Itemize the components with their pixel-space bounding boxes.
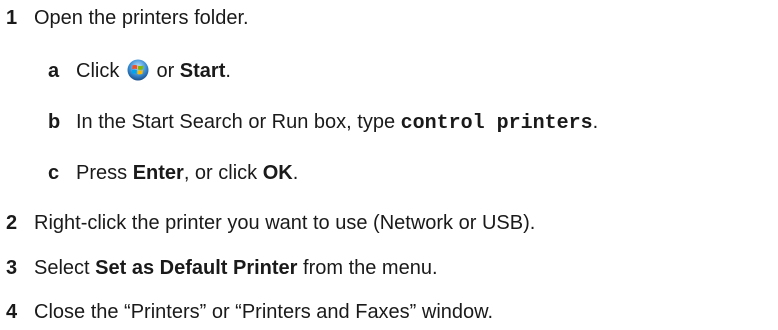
windows-start-orb-icon — [127, 59, 149, 81]
step-text: Close the “Printers” or “Printers and Fa… — [34, 301, 494, 323]
step-text-pre: Select — [34, 257, 96, 279]
ok-label: OK — [262, 162, 293, 184]
substep-letter: a — [48, 60, 60, 82]
set-default-printer-label: Set as Default Printer — [95, 257, 298, 279]
substep-text-mid: or — [150, 60, 180, 82]
substep-c: c Press Enter, or click OK. — [48, 160, 298, 186]
substep-text-pre: Press — [76, 162, 133, 184]
substep-text-post: . — [292, 162, 299, 184]
step-number: 2 — [6, 212, 18, 234]
step-text-post: from the menu. — [297, 257, 438, 279]
start-label: Start — [179, 60, 226, 82]
substep-text-post: . — [225, 60, 231, 82]
step-text: Open the printers folder. — [34, 7, 249, 29]
substep-letter: b — [48, 111, 61, 133]
step-3: 3 Select Set as Default Printer from the … — [6, 255, 438, 281]
step-text: Right-click the printer you want to use … — [34, 212, 536, 234]
enter-label: Enter — [132, 162, 184, 184]
substep-text-pre: In the Start Search or Run box, type — [76, 111, 401, 133]
step-4: 4 Close the “Printers” or “Printers and F… — [6, 299, 493, 325]
substep-text-mid: , or click — [183, 162, 263, 184]
step-number: 4 — [6, 301, 18, 323]
step-number: 1 — [6, 7, 18, 29]
command-text: control printers — [400, 112, 593, 135]
step-2: 2 Right-click the printer you want to use… — [6, 210, 535, 236]
substep-text-pre: Click — [76, 60, 125, 82]
substep-text-post: . — [592, 111, 599, 133]
substep-letter: c — [48, 162, 60, 184]
substep-a: a Click or Start. — [48, 58, 231, 84]
step-1: 1 Open the printers folder. — [6, 5, 249, 31]
step-number: 3 — [6, 257, 18, 279]
substep-b: b In the Start Search or Run box, type co… — [48, 109, 598, 137]
